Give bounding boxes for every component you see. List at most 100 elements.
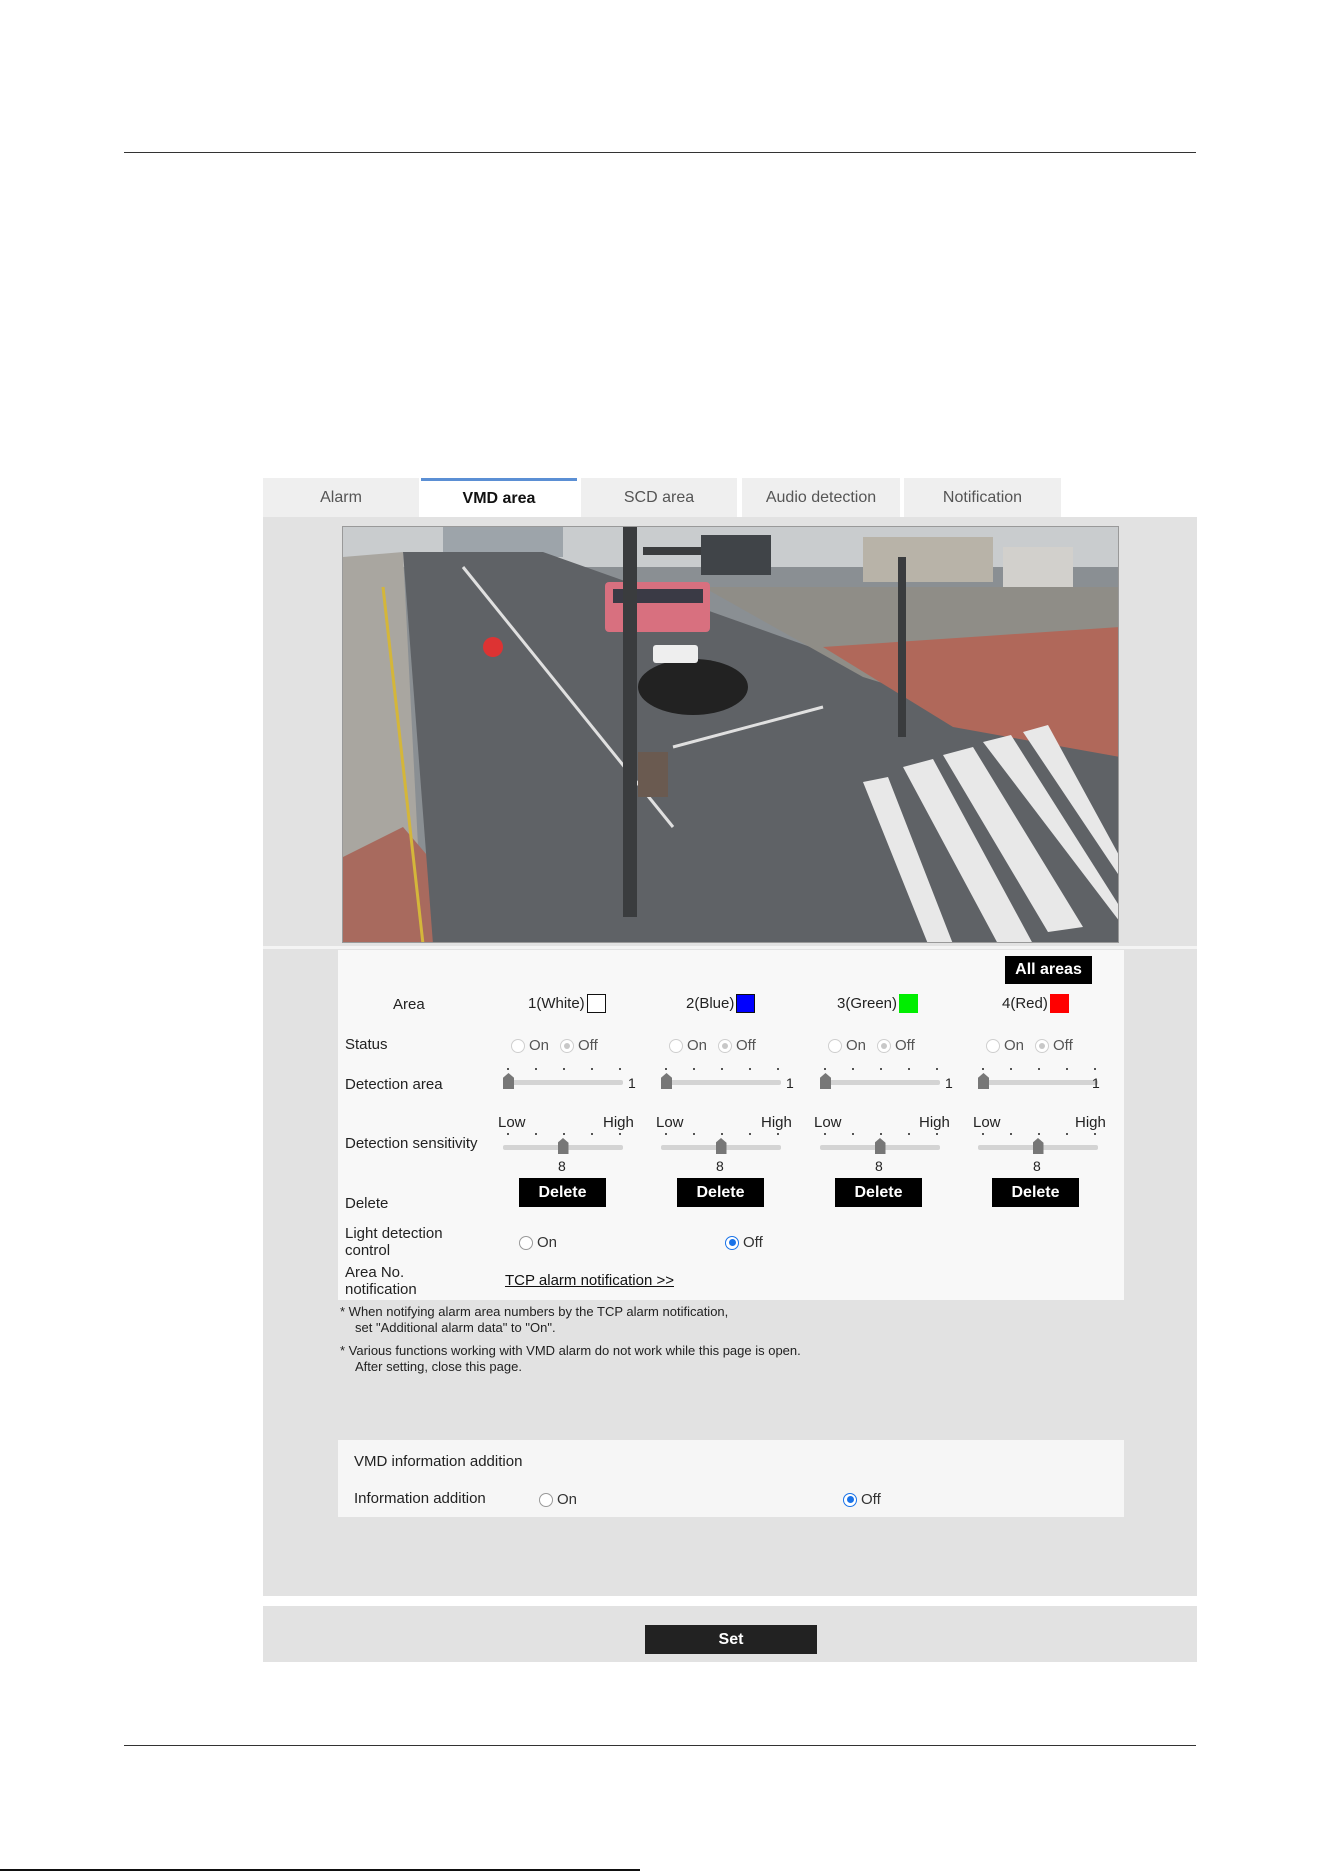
note-2-line-1: * Various functions working with VMD ala… bbox=[340, 1343, 801, 1358]
area-2-high-label: High bbox=[761, 1114, 792, 1131]
detection-area-label: Detection area bbox=[345, 1076, 443, 1093]
area-3-header: 3(Green) bbox=[837, 994, 919, 1013]
area-1-delete-button[interactable]: Delete bbox=[519, 1178, 606, 1207]
area-no-notification-label: Area No. notification bbox=[345, 1264, 417, 1298]
tab-alarm[interactable]: Alarm bbox=[263, 478, 419, 517]
vmd-info-addition-box: VMD information addition Information add… bbox=[338, 1440, 1124, 1517]
area-3-color-swatch bbox=[899, 994, 919, 1013]
panel-separator bbox=[263, 946, 1197, 949]
area-3-sensitivity-value: 8 bbox=[875, 1158, 883, 1174]
area-2-status-on-text: On bbox=[687, 1037, 708, 1054]
area-3-high-label: High bbox=[919, 1114, 950, 1131]
area-3-detection-area-slider[interactable] bbox=[820, 1068, 940, 1090]
info-addition-on-text: On bbox=[557, 1491, 578, 1508]
area-2-status[interactable]: On Off bbox=[669, 1037, 756, 1054]
status-label: Status bbox=[345, 1036, 388, 1053]
tcp-alarm-notification-link[interactable]: TCP alarm notification >> bbox=[505, 1272, 674, 1289]
info-addition-on-radio[interactable] bbox=[539, 1492, 553, 1507]
camera-image bbox=[343, 527, 1118, 942]
light-detection-off-radio[interactable] bbox=[725, 1235, 739, 1250]
area-4-low-label: Low bbox=[973, 1114, 1001, 1131]
page-bottom-rule bbox=[0, 1869, 640, 1871]
light-detection-label: Light detection control bbox=[345, 1225, 443, 1259]
area-4-delete-button[interactable]: Delete bbox=[992, 1178, 1079, 1207]
area-1-status[interactable]: On Off bbox=[511, 1037, 598, 1054]
area-2-status-off-text: Off bbox=[736, 1037, 756, 1054]
area-2-detection-area-value: 1 bbox=[786, 1075, 794, 1091]
area-4-high-label: High bbox=[1075, 1114, 1106, 1131]
area-2-sensitivity-value: 8 bbox=[716, 1158, 724, 1174]
set-button[interactable]: Set bbox=[645, 1625, 817, 1654]
tab-vmd-area[interactable]: VMD area bbox=[421, 478, 577, 517]
area-1-sensitivity-slider[interactable] bbox=[503, 1133, 623, 1155]
light-detection-off[interactable]: Off bbox=[725, 1234, 763, 1251]
area-3-name: 3(Green) bbox=[837, 995, 898, 1012]
area-1-detection-area-value: 1 bbox=[628, 1075, 636, 1091]
light-detection-on-radio[interactable] bbox=[519, 1235, 533, 1250]
set-panel: Set bbox=[263, 1606, 1197, 1662]
info-addition-off[interactable]: Off bbox=[843, 1491, 881, 1508]
tab-scd-area[interactable]: SCD area bbox=[581, 478, 737, 517]
area-4-detection-area-value: 1 bbox=[1092, 1075, 1100, 1091]
header-rule bbox=[124, 152, 1196, 153]
area-1-status-on-radio[interactable] bbox=[511, 1038, 525, 1053]
area-1-color-swatch bbox=[586, 994, 606, 1013]
area-2-detection-area-slider[interactable] bbox=[661, 1068, 781, 1090]
area-2-status-off-radio[interactable] bbox=[718, 1038, 733, 1053]
area-2-name: 2(Blue) bbox=[686, 995, 735, 1012]
area-3-status[interactable]: On Off bbox=[828, 1037, 915, 1054]
area-1-name: 1(White) bbox=[528, 995, 585, 1012]
note-1-line-1: * When notifying alarm area numbers by t… bbox=[340, 1304, 729, 1319]
note-1-line-2: set "Additional alarm data" to "On". bbox=[355, 1320, 556, 1335]
area-4-status-off-text: Off bbox=[1053, 1037, 1073, 1054]
area-1-high-label: High bbox=[603, 1114, 634, 1131]
area-4-name: 4(Red) bbox=[1002, 995, 1048, 1012]
info-addition-on[interactable]: On bbox=[539, 1491, 577, 1508]
light-detection-on[interactable]: On bbox=[519, 1234, 557, 1251]
area-1-low-label: Low bbox=[498, 1114, 526, 1131]
note-2-line-2: After setting, close this page. bbox=[355, 1359, 522, 1374]
light-detection-off-text: Off bbox=[743, 1234, 763, 1251]
area-3-low-label: Low bbox=[814, 1114, 842, 1131]
area-4-color-swatch bbox=[1049, 994, 1069, 1013]
area-2-status-on-radio[interactable] bbox=[669, 1038, 683, 1053]
area-4-status-off-radio[interactable] bbox=[1035, 1038, 1050, 1053]
area-1-sensitivity-value: 8 bbox=[558, 1158, 566, 1174]
area-4-status[interactable]: On Off bbox=[986, 1037, 1073, 1054]
area-2-delete-button[interactable]: Delete bbox=[677, 1178, 764, 1207]
area-3-delete-button[interactable]: Delete bbox=[835, 1178, 922, 1207]
area-2-sensitivity-slider[interactable] bbox=[661, 1133, 781, 1155]
area-4-sensitivity-slider[interactable] bbox=[978, 1133, 1098, 1155]
area-3-status-on-radio[interactable] bbox=[828, 1038, 842, 1053]
area-3-status-off-text: Off bbox=[895, 1037, 915, 1054]
area-1-detection-area-slider[interactable] bbox=[503, 1068, 623, 1090]
area-2-header: 2(Blue) bbox=[686, 994, 756, 1013]
all-areas-button[interactable]: All areas bbox=[1005, 956, 1092, 984]
area-4-status-on-text: On bbox=[1004, 1037, 1025, 1054]
area-3-sensitivity-slider[interactable] bbox=[820, 1133, 940, 1155]
area-label: Area bbox=[393, 996, 425, 1013]
info-addition-off-radio[interactable] bbox=[843, 1492, 857, 1507]
area-2-low-label: Low bbox=[656, 1114, 684, 1131]
area-2-color-swatch bbox=[736, 994, 756, 1013]
vmd-settings-box: All areas Area Status Detection area Det… bbox=[338, 950, 1124, 1300]
area-3-status-off-radio[interactable] bbox=[877, 1038, 892, 1053]
footer-rule bbox=[124, 1745, 1196, 1746]
delete-label: Delete bbox=[345, 1195, 389, 1212]
area-4-detection-area-slider[interactable] bbox=[978, 1068, 1098, 1090]
area-4-status-on-radio[interactable] bbox=[986, 1038, 1000, 1053]
area-4-header: 4(Red) bbox=[1002, 994, 1069, 1013]
info-addition-off-text: Off bbox=[861, 1491, 881, 1508]
area-1-status-off-radio[interactable] bbox=[560, 1038, 575, 1053]
light-detection-on-text: On bbox=[537, 1234, 558, 1251]
tab-audio-detection[interactable]: Audio detection bbox=[742, 478, 900, 517]
detection-sensitivity-label: Detection sensitivity bbox=[345, 1135, 478, 1152]
area-1-status-on-text: On bbox=[529, 1037, 550, 1054]
area-3-status-on-text: On bbox=[846, 1037, 867, 1054]
tab-notification[interactable]: Notification bbox=[904, 478, 1061, 517]
vmd-info-title: VMD information addition bbox=[354, 1453, 523, 1470]
camera-view[interactable] bbox=[342, 526, 1119, 943]
area-3-detection-area-value: 1 bbox=[945, 1075, 953, 1091]
area-1-status-off-text: Off bbox=[578, 1037, 598, 1054]
area-4-sensitivity-value: 8 bbox=[1033, 1158, 1041, 1174]
